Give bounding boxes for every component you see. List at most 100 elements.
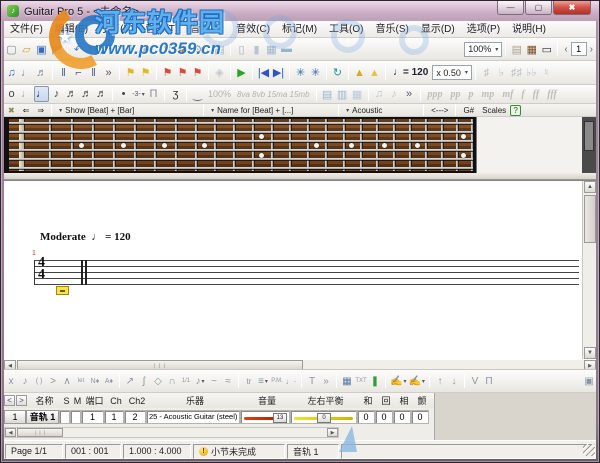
go-last-bar-icon[interactable]: ▶|	[271, 65, 286, 81]
redo-icon[interactable]: ↷	[86, 41, 101, 57]
score-view-icon[interactable]: ▤	[509, 41, 524, 57]
guitar-string[interactable]	[9, 140, 473, 142]
scrollbar-thumb[interactable]: ❘❘❘	[17, 360, 303, 370]
play-icon[interactable]: ▶	[234, 65, 249, 81]
let-ring-icon[interactable]: let	[74, 373, 88, 389]
scroll-up-icon[interactable]: ▲	[584, 181, 596, 193]
guitar-string[interactable]	[9, 167, 473, 169]
tempo-display[interactable]: ♩= 120	[389, 67, 432, 78]
half-note-icon[interactable]: ♩	[19, 86, 34, 102]
scroll-right-icon[interactable]: ▶	[327, 428, 338, 437]
artificial-harmonic-icon[interactable]: A♦	[102, 373, 116, 389]
title-bar[interactable]: ♪ Guitar Pro 5 - <未命名> — ▢ ✖	[1, 1, 599, 21]
transpose-double-flat-icon[interactable]: ♭♭	[524, 65, 539, 81]
name-mode-select[interactable]: Name for [Beat] + [...]	[207, 105, 335, 116]
shift-right-icon[interactable]: ⇒	[33, 106, 48, 115]
whole-note-icon[interactable]: o	[4, 86, 19, 102]
thirty-second-note-icon[interactable]: ♬	[79, 86, 94, 102]
tuplet-icon[interactable]: -3-	[131, 86, 146, 102]
delete-bar-icon[interactable]: ✖	[138, 41, 153, 57]
tremolo-picking-icon[interactable]: ≡	[256, 373, 270, 389]
zoom-select[interactable]: 100%	[464, 42, 502, 57]
slur-icon[interactable]: ∩	[165, 373, 179, 389]
slide-icon[interactable]: ʃ	[137, 373, 151, 389]
menu-item-9[interactable]: 显示(D)	[415, 21, 461, 38]
go-first-bar-icon[interactable]: |◀	[256, 65, 271, 81]
octave-buttons-label[interactable]: 8va 8vb 15ma 15mb	[234, 90, 313, 99]
shift-up-icon[interactable]: ↑	[433, 373, 447, 389]
left-hand-fingering-icon[interactable]: ✍	[389, 373, 407, 389]
sixty-fourth-note-icon[interactable]: ♬	[94, 86, 109, 102]
beam-link-icon[interactable]: Π	[146, 86, 161, 102]
rest-icon[interactable]: ʒ	[168, 86, 183, 102]
scrollbar-thumb[interactable]: ❘❘❘	[17, 428, 63, 437]
key-signature-icon[interactable]: ♩	[19, 65, 34, 81]
splitter-handle[interactable]	[4, 173, 596, 180]
fretboard[interactable]	[9, 119, 473, 171]
score-vertical-scrollbar[interactable]: ▲ ▼	[582, 181, 596, 359]
scales-button[interactable]: Scales	[478, 106, 510, 115]
undo-icon[interactable]: ↶	[71, 41, 86, 57]
save-file-icon[interactable]: ▣	[34, 41, 49, 57]
line-break-icon[interactable]: ▮	[249, 41, 264, 57]
cut-bar-icon[interactable]: ✖	[160, 41, 175, 57]
maximize-button[interactable]: ▢	[525, 1, 552, 15]
tremolo-bar-icon[interactable]: ◇	[151, 373, 165, 389]
close-fretboard-icon[interactable]: ✖	[4, 106, 19, 115]
instrument-cell[interactable]: 25 - Acoustic Guitar (steel)	[146, 410, 240, 424]
scrollbar-thumb[interactable]	[584, 195, 596, 243]
guitar-string[interactable]	[9, 158, 473, 160]
menu-item-1[interactable]: 编辑(E)	[49, 21, 94, 38]
track-horizontal-scrollbar[interactable]: ◀ ❘❘❘ ▶	[4, 427, 339, 438]
accent-icon[interactable]: >	[46, 373, 60, 389]
dynamic-button-3[interactable]: mp	[478, 89, 499, 100]
rse-settings-icon[interactable]: ✳	[308, 65, 323, 81]
shift-left-icon[interactable]: ⇐	[19, 106, 34, 115]
track-number-button[interactable]: 1	[4, 410, 26, 424]
fit-height-icon[interactable]: ▦	[264, 41, 279, 57]
dynamic-button-1[interactable]: pp	[447, 89, 465, 100]
help-icon[interactable]: ?	[510, 105, 521, 116]
menu-item-6[interactable]: 标记(M)	[276, 21, 323, 38]
score-info-icon[interactable]: ♫	[4, 65, 19, 81]
ghost-note-icon[interactable]: ( )	[32, 373, 46, 389]
more-chevron-icon[interactable]: »	[402, 86, 417, 102]
voice-2-icon[interactable]: ♪	[387, 86, 402, 102]
sixteenth-note-icon[interactable]: ♬	[64, 86, 79, 102]
grand-staff-icon[interactable]: ▦	[350, 86, 365, 102]
mute-toggle[interactable]	[70, 410, 81, 424]
right-hand-fingering-icon[interactable]: ✍	[407, 373, 425, 389]
upstroke-icon[interactable]: V	[468, 373, 482, 389]
dynamic-button-2[interactable]: p	[465, 89, 478, 100]
prev-page-button[interactable]: ‹	[561, 44, 570, 55]
volume-slider[interactable]: 13	[240, 410, 290, 424]
tremolo-cell[interactable]: 0	[411, 410, 429, 424]
eraser-icon[interactable]: ✱	[175, 41, 190, 57]
countdown-icon[interactable]: ▲	[367, 65, 382, 81]
dynamic-button-7[interactable]: fff	[543, 89, 561, 100]
edit-cursor[interactable]	[56, 286, 69, 295]
check-bar-duration-icon[interactable]: ✔	[108, 41, 123, 57]
scroll-down-icon[interactable]: ▼	[584, 347, 596, 359]
scroll-right-icon[interactable]: ▶	[584, 360, 596, 370]
page-break-icon[interactable]: ▯	[234, 41, 249, 57]
voice-1-icon[interactable]: ♫	[372, 86, 387, 102]
alternate-ending-icon[interactable]: ⌐	[71, 65, 86, 81]
staccato-icon[interactable]: ♩·	[284, 373, 298, 389]
close-button[interactable]: ✖	[553, 1, 591, 15]
fretboard-scrollbar[interactable]	[582, 117, 596, 173]
channel-cell[interactable]: 1	[104, 410, 124, 424]
score-horizontal-scrollbar[interactable]: ◀ ❘❘❘ ▶	[4, 359, 596, 370]
marker-color-icon[interactable]: ❚	[368, 373, 382, 389]
scroll-left-icon[interactable]: ◀	[4, 360, 16, 370]
metronome-icon[interactable]: ▲	[352, 65, 367, 81]
menu-item-7[interactable]: 工具(O)	[323, 21, 369, 38]
marker-list-icon[interactable]: ⚑	[138, 65, 153, 81]
rse-play-icon[interactable]: ✳	[293, 65, 308, 81]
hammer-pull-icon[interactable]: 1/1	[179, 373, 193, 389]
text-note-icon[interactable]: TXT	[354, 373, 368, 389]
transpose-sharp-icon[interactable]: ♯	[479, 65, 494, 81]
menu-item-2[interactable]: 小节(B)	[94, 21, 139, 38]
page-layout-icon[interactable]: ▤	[212, 41, 227, 57]
loop-play-icon[interactable]: ↻	[330, 65, 345, 81]
